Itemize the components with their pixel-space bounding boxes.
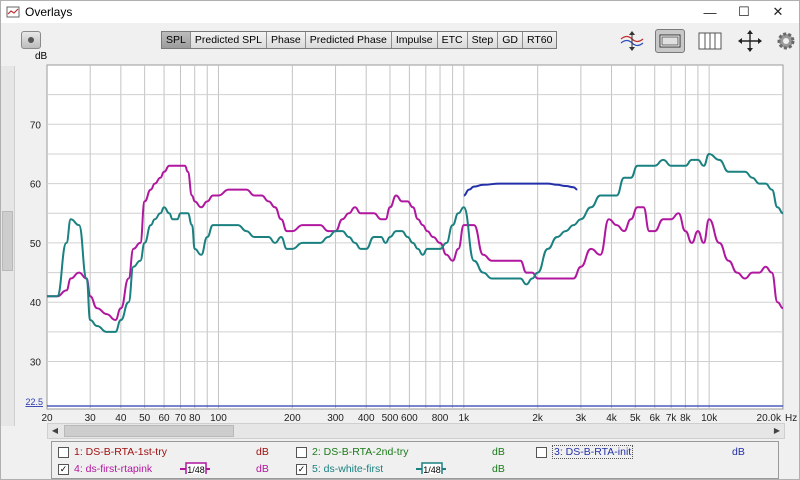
legend-item-2: 2: DS-B-RTA-2nd-try xyxy=(296,444,408,460)
x-axis-unit-label: Hz xyxy=(785,413,797,424)
y-tick-label: 50 xyxy=(30,239,42,250)
legend-checkbox-2[interactable] xyxy=(296,446,307,458)
legend-swatch-5[interactable]: 1/48 xyxy=(416,462,446,474)
legend-checkbox-1[interactable] xyxy=(58,446,69,458)
legend-checkbox-3[interactable] xyxy=(536,446,547,458)
legend-unit-3: dB xyxy=(732,446,745,458)
legend-label-4[interactable]: 4: ds-first-rtapink xyxy=(74,463,152,475)
legend-item-4: ✓ 4: ds-first-rtapink xyxy=(58,461,152,477)
legend-swatch-4[interactable]: 1/48 xyxy=(180,462,210,474)
legend-item-1: 1: DS-B-RTA-1st-try xyxy=(58,444,167,460)
scroll-right-icon[interactable]: ▶ xyxy=(770,424,784,438)
plot-area xyxy=(46,64,784,410)
legend-label-5[interactable]: 5: ds-white-first xyxy=(312,463,383,475)
legend-swatch-label-4: 1/48 xyxy=(187,465,205,474)
legend-unit-1: dB xyxy=(256,446,269,458)
spl-chart[interactable]: 304050607020 30 40 50 60 70 80 100 200 300 400 500 6… xyxy=(1,1,800,426)
legend-unit-2: dB xyxy=(492,446,505,458)
legend-item-3: 3: DS-B-RTA-init xyxy=(536,444,634,460)
y-tick-label: 60 xyxy=(30,180,42,191)
legend-checkbox-5[interactable]: ✓ xyxy=(296,463,307,475)
legend-unit-5: dB xyxy=(492,463,505,475)
legend-label-2[interactable]: 2: DS-B-RTA-2nd-try xyxy=(312,446,408,458)
legend-label-3[interactable]: 3: DS-B-RTA-init xyxy=(552,445,634,459)
y-tick-label: 30 xyxy=(30,358,42,369)
legend-swatch-label-5: 1/48 xyxy=(423,465,441,474)
legend-label-1[interactable]: 1: DS-B-RTA-1st-try xyxy=(74,446,167,458)
horizontal-scrollbar[interactable]: ◀ ▶ xyxy=(47,423,785,439)
overlays-window: Overlays — ☐ ✕ SPL Predicted SPL Phase Pred… xyxy=(0,0,800,480)
legend-unit-4: dB xyxy=(256,463,269,475)
horizontal-scroll-thumb[interactable] xyxy=(64,425,234,437)
y-tick-label: 40 xyxy=(30,298,42,309)
legend-checkbox-4[interactable]: ✓ xyxy=(58,463,69,475)
reference-line-label: 22.5 xyxy=(25,397,43,407)
legend-panel: 1: DS-B-RTA-1st-try dB 2: DS-B-RTA-2nd-try… xyxy=(51,441,779,479)
legend-item-5: ✓ 5: ds-white-first xyxy=(296,461,383,477)
y-tick-label: 70 xyxy=(30,120,42,131)
scroll-left-icon[interactable]: ◀ xyxy=(48,424,62,438)
